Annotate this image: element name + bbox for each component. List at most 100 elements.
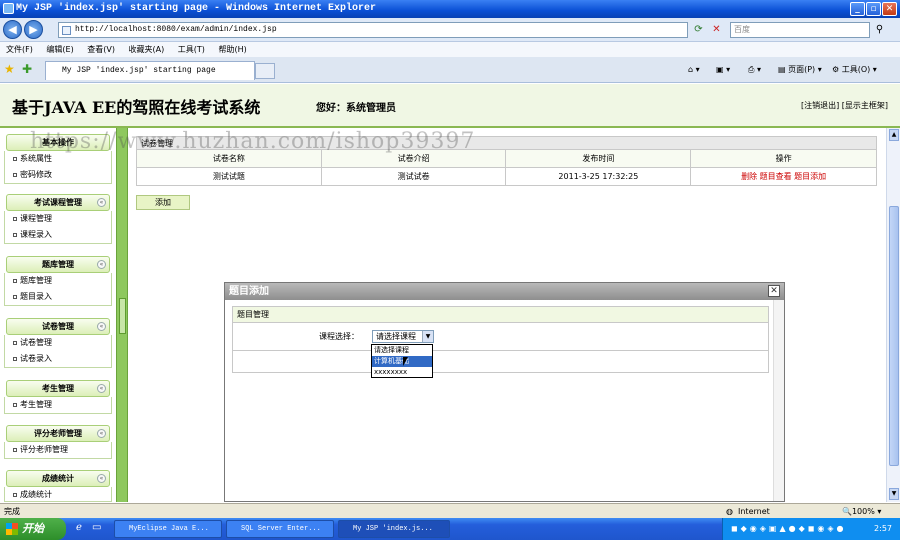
mouse-cursor-icon [403,357,408,366]
sidebar-group-basic[interactable]: 基本操作 [6,134,110,151]
sidebar-item-score-stats[interactable]: 成绩统计 [5,487,111,501]
collapse-icon[interactable]: « [97,384,106,393]
table-caption: 试卷管理 [136,136,877,150]
sidebar-item-course-entry[interactable]: 课程录入 [5,227,111,243]
sidebar-item-password[interactable]: 密码修改 [5,167,111,183]
course-select[interactable]: 请选择课程 ▼ [372,330,434,343]
zone-text: Internet [738,507,770,516]
menu-view[interactable]: 查看(V) [87,45,115,54]
sidebar-group-teacher-items: 评分老师管理 [4,442,112,459]
sidebar-item-course-manage[interactable]: 课程管理 [5,211,111,227]
collapse-icon[interactable]: « [97,474,106,483]
add-button[interactable]: 添加 [136,195,190,210]
scroll-up-icon[interactable]: ▲ [889,129,899,141]
sidebar: 基本操作 系统属性 密码修改 考试课程管理 « 课程管理 课程录入 题库管理 « 题… [0,130,116,502]
dropdown-option[interactable]: 请选择课程 [372,345,432,356]
task-myeclipse[interactable]: MyEclipse Java E... [114,520,222,538]
vertical-scrollbar[interactable]: ▲ ▼ [886,128,900,502]
sidebar-group-question-bank[interactable]: 题库管理 « [6,256,110,273]
add-favorites-icon[interactable]: ✚ [22,62,32,76]
close-window-button[interactable]: ✕ [882,2,897,16]
new-tab-button[interactable] [255,63,275,79]
refresh-icon[interactable]: ⟳ [691,22,706,38]
tab-current[interactable]: My JSP 'index.jsp' starting page [45,61,255,80]
sidebar-item-bank-manage[interactable]: 题库管理 [5,273,111,289]
collapse-icon[interactable]: « [97,322,106,331]
header-links[interactable]: [注销退出] [显示主框架] [801,100,888,111]
dropdown-option-highlighted[interactable]: 计算机基础 [372,356,432,367]
cell-intro: 测试试卷 [320,167,507,186]
task-sqlserver[interactable]: SQL Server Enter... [226,520,334,538]
menu-tools[interactable]: 工具(T) [178,45,205,54]
course-dropdown-list: 请选择课程 计算机基础 xxxxxxxx [371,344,433,378]
clock: 2:57 [874,524,892,533]
maximize-button[interactable]: ▫ [866,2,881,16]
col-header-time: 发布时间 [505,149,692,168]
system-tray: ◼◆◉◈▣▲●◆◼◉◈● 2:57 [722,518,900,540]
splitter-handle[interactable] [119,298,126,334]
forward-icon[interactable]: ▶ [24,20,43,39]
task-ie[interactable]: My JSP 'index.js... [338,520,450,538]
chevron-down-icon[interactable]: ▼ [422,331,433,342]
sidebar-item-teacher-manage[interactable]: 评分老师管理 [5,442,111,458]
dialog-title-bar: 题目添加 ✕ [225,283,784,300]
dropdown-option[interactable]: xxxxxxxx [372,367,432,378]
url-input[interactable]: http://localhost:8080/exam/admin/index.j… [58,22,688,38]
address-bar-row: ◀ ▶ http://localhost:8080/exam/admin/ind… [0,18,900,42]
sidebar-group-paper[interactable]: 试卷管理 « [6,318,110,335]
window-title: My JSP 'index.jsp' starting page - Windo… [16,3,377,14]
print-icon[interactable]: ⎙ ▾ [748,61,761,79]
sidebar-item-question-entry[interactable]: 题目录入 [5,289,111,305]
sidebar-group-teacher[interactable]: 评分老师管理 « [6,425,110,442]
collapse-icon[interactable]: « [97,429,106,438]
sidebar-group-score[interactable]: 成绩统计 « [6,470,110,487]
collapse-icon[interactable]: « [97,198,106,207]
dialog-close-icon[interactable]: ✕ [768,285,780,297]
url-text: http://localhost:8080/exam/admin/index.j… [75,25,277,34]
cell-actions[interactable]: 删除 题目查看 题目添加 [690,167,877,186]
status-text: 完成 [4,507,20,516]
search-input[interactable]: 百度 [730,22,870,38]
feeds-icon[interactable]: ▣ ▾ [716,61,730,79]
table-row: 测试试题 测试试卷 2011-3-25 17:32:25 删除 题目查看 题目添… [136,167,877,186]
sidebar-item-paper-manage[interactable]: 试卷管理 [5,335,111,351]
menu-help[interactable]: 帮助(H) [218,45,246,54]
minimize-button[interactable]: _ [850,2,865,16]
course-label: 课程选择： [319,332,359,341]
ie-app-icon [3,3,14,14]
frame-splitter[interactable] [116,128,128,502]
zoom-level[interactable]: 🔍100% ▾ [842,504,881,519]
favorites-star-icon[interactable]: ★ [4,62,15,76]
sidebar-item-paper-entry[interactable]: 试卷录入 [5,351,111,367]
dialog-title: 题目添加 [229,286,269,297]
search-icon[interactable]: ⚲ [872,22,887,38]
system-title: 基于JAVA EE的驾照在线考试系统 [12,98,261,117]
sidebar-item-student-manage[interactable]: 考生管理 [5,397,111,413]
start-button[interactable]: 开始 [0,518,66,540]
back-icon[interactable]: ◀ [3,20,22,39]
home-icon[interactable]: ⌂ ▾ [688,61,700,79]
page-menu[interactable]: ▤ 页面(P) ▾ [778,61,822,79]
scroll-thumb[interactable] [889,206,899,466]
sidebar-group-basic-items: 系统属性 密码修改 [4,151,112,184]
menu-edit[interactable]: 编辑(E) [46,45,73,54]
stop-icon[interactable]: ✕ [709,22,724,38]
taskbar: 开始 ℯ ▭ MyEclipse Java E... SQL Server En… [0,518,900,540]
globe-icon: ◍ [726,507,733,516]
sidebar-group-course[interactable]: 考试课程管理 « [6,194,110,211]
tray-icons[interactable]: ◼◆◉◈▣▲●◆◼◉◈● [731,518,847,540]
collapse-icon[interactable]: « [97,260,106,269]
desktop-quicklaunch-icon[interactable]: ▭ [92,522,101,533]
tools-menu[interactable]: ⚙ 工具(O) ▾ [832,61,877,79]
col-header-actions: 操作 [690,149,877,168]
sidebar-group-student[interactable]: 考生管理 « [6,380,110,397]
dialog-scrollbar[interactable] [773,300,784,501]
form-section-title: 题目管理 [233,307,768,323]
app-header: 基于JAVA EE的驾照在线考试系统 您好：系统管理员 [注销退出] [显示主框… [0,84,900,128]
ie-quicklaunch-icon[interactable]: ℯ [76,522,82,533]
tab-label: My JSP 'index.jsp' starting page [62,66,216,75]
sidebar-item-system-props[interactable]: 系统属性 [5,151,111,167]
scroll-down-icon[interactable]: ▼ [889,488,899,500]
menu-favorites[interactable]: 收藏夹(A) [129,45,165,54]
menu-file[interactable]: 文件(F) [6,45,33,54]
